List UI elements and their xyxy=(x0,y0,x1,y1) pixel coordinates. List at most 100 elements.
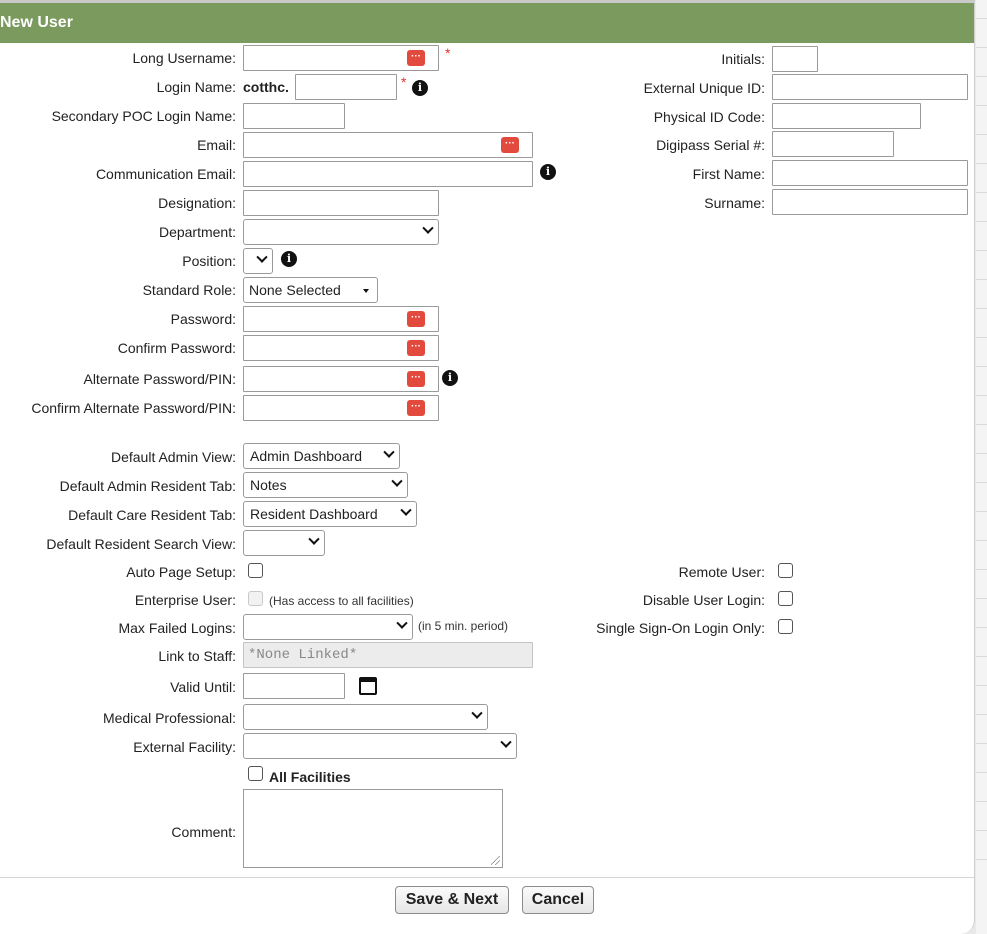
info-icon[interactable]: i xyxy=(540,164,556,180)
confirm-alt-password-label: Confirm Alternate Password/PIN: xyxy=(31,400,236,416)
chevron-down-icon xyxy=(400,504,412,516)
medical-professional-select[interactable] xyxy=(243,704,488,730)
external-facility-select[interactable] xyxy=(243,733,517,759)
first-name-input[interactable] xyxy=(772,160,968,186)
calendar-icon[interactable] xyxy=(359,677,377,695)
medical-professional-label: Medical Professional: xyxy=(102,710,236,726)
designation-label: Designation: xyxy=(158,195,236,211)
chevron-down-icon xyxy=(256,251,268,263)
caret-down-icon xyxy=(363,289,369,293)
single-sign-on-checkbox[interactable] xyxy=(778,619,793,634)
position-label: Position: xyxy=(182,253,236,269)
chevron-down-icon xyxy=(422,222,434,234)
external-unique-id-input[interactable] xyxy=(772,74,968,100)
max-failed-logins-label: Max Failed Logins: xyxy=(118,620,236,636)
chevron-down-icon xyxy=(396,617,408,629)
department-select[interactable] xyxy=(243,219,439,245)
enterprise-user-label: Enterprise User: xyxy=(134,592,236,608)
info-icon[interactable]: i xyxy=(442,370,458,386)
login-name-label: Login Name: xyxy=(156,79,236,95)
password-manager-icon[interactable]: ··· xyxy=(407,340,425,356)
default-care-resident-tab-label: Default Care Resident Tab: xyxy=(68,507,236,523)
required-marker: * xyxy=(401,74,407,90)
disable-user-login-label: Disable User Login: xyxy=(642,592,765,608)
password-manager-icon[interactable]: ··· xyxy=(407,400,425,416)
info-icon[interactable]: i xyxy=(412,80,428,96)
resize-handle-icon[interactable] xyxy=(491,856,500,865)
link-to-staff-field: *None Linked* xyxy=(243,642,533,668)
standard-role-label: Standard Role: xyxy=(142,282,236,298)
auto-page-setup-label: Auto Page Setup: xyxy=(126,564,236,580)
surname-input[interactable] xyxy=(772,189,968,215)
default-care-resident-tab-value: Resident Dashboard xyxy=(250,506,378,522)
all-facilities-checkbox[interactable] xyxy=(248,766,263,781)
secondary-poc-label: Secondary POC Login Name: xyxy=(51,108,236,124)
password-manager-icon[interactable]: ··· xyxy=(407,371,425,387)
chevron-down-icon xyxy=(500,736,512,748)
chevron-down-icon xyxy=(471,707,483,719)
dialog-title: New User xyxy=(0,3,974,43)
background-strip xyxy=(976,0,987,934)
default-admin-resident-tab-select[interactable]: Notes xyxy=(243,472,408,498)
password-manager-icon[interactable]: ··· xyxy=(407,50,425,66)
valid-until-label: Valid Until: xyxy=(170,679,236,695)
default-admin-view-select[interactable]: Admin Dashboard xyxy=(243,443,400,469)
default-admin-view-label: Default Admin View: xyxy=(110,449,236,465)
email-label: Email: xyxy=(197,137,236,153)
confirm-password-label: Confirm Password: xyxy=(117,340,236,356)
chevron-down-icon xyxy=(383,446,395,458)
external-facility-label: External Facility: xyxy=(133,739,236,755)
comment-label: Comment: xyxy=(171,824,236,840)
designation-input[interactable] xyxy=(243,190,439,216)
auto-page-setup-checkbox[interactable] xyxy=(248,563,263,578)
login-name-prefix: cotthc. xyxy=(243,79,289,95)
password-manager-icon[interactable]: ··· xyxy=(501,137,519,153)
remote-user-label: Remote User: xyxy=(678,564,765,580)
required-marker: * xyxy=(445,45,451,61)
default-resident-search-view-label: Default Resident Search View: xyxy=(46,536,236,552)
physical-id-code-label: Physical ID Code: xyxy=(653,109,765,125)
digipass-serial-input[interactable] xyxy=(772,131,894,157)
valid-until-input[interactable] xyxy=(243,673,345,699)
comment-textarea[interactable] xyxy=(243,789,503,868)
max-failed-logins-select[interactable] xyxy=(243,614,413,640)
password-manager-icon[interactable]: ··· xyxy=(407,311,425,327)
info-icon[interactable]: i xyxy=(281,251,297,267)
save-next-button[interactable]: Save & Next xyxy=(395,886,509,914)
physical-id-code-input[interactable] xyxy=(772,103,921,129)
default-care-resident-tab-select[interactable]: Resident Dashboard xyxy=(243,501,417,527)
new-user-dialog: New User Long Username: ··· * Login Name… xyxy=(0,0,975,934)
cancel-button[interactable]: Cancel xyxy=(522,886,594,914)
standard-role-dropdown[interactable]: None Selected xyxy=(243,277,378,303)
default-admin-resident-tab-label: Default Admin Resident Tab: xyxy=(59,478,236,494)
link-to-staff-label: Link to Staff: xyxy=(158,648,236,664)
login-name-input[interactable] xyxy=(295,74,397,100)
single-sign-on-label: Single Sign-On Login Only: xyxy=(596,620,765,636)
department-label: Department: xyxy=(158,224,236,240)
external-unique-id-label: External Unique ID: xyxy=(643,80,765,96)
secondary-poc-input[interactable] xyxy=(243,103,345,129)
alt-password-label: Alternate Password/PIN: xyxy=(83,371,236,387)
chevron-down-icon xyxy=(391,475,403,487)
communication-email-label: Communication Email: xyxy=(95,166,236,182)
chevron-down-icon xyxy=(308,533,320,545)
password-label: Password: xyxy=(170,311,236,327)
disable-user-login-checkbox[interactable] xyxy=(778,591,793,606)
remote-user-checkbox[interactable] xyxy=(778,563,793,578)
digipass-serial-label: Digipass Serial #: xyxy=(656,137,765,153)
footer-divider xyxy=(0,877,974,878)
communication-email-input[interactable] xyxy=(243,161,533,187)
max-failed-logins-note: (in 5 min. period) xyxy=(418,619,509,633)
surname-label: Surname: xyxy=(704,195,765,211)
enterprise-user-note: (Has access to all facilities) xyxy=(269,594,414,608)
initials-input[interactable] xyxy=(772,46,818,72)
enterprise-user-checkbox[interactable] xyxy=(248,591,263,606)
first-name-label: First Name: xyxy=(692,166,765,182)
all-facilities-label: All Facilities xyxy=(269,769,351,785)
long-username-label: Long Username: xyxy=(132,50,236,66)
standard-role-value: None Selected xyxy=(249,282,341,298)
position-select[interactable] xyxy=(243,248,273,274)
default-resident-search-view-select[interactable] xyxy=(243,530,325,556)
email-input[interactable] xyxy=(243,132,533,158)
default-admin-resident-tab-value: Notes xyxy=(250,477,287,493)
